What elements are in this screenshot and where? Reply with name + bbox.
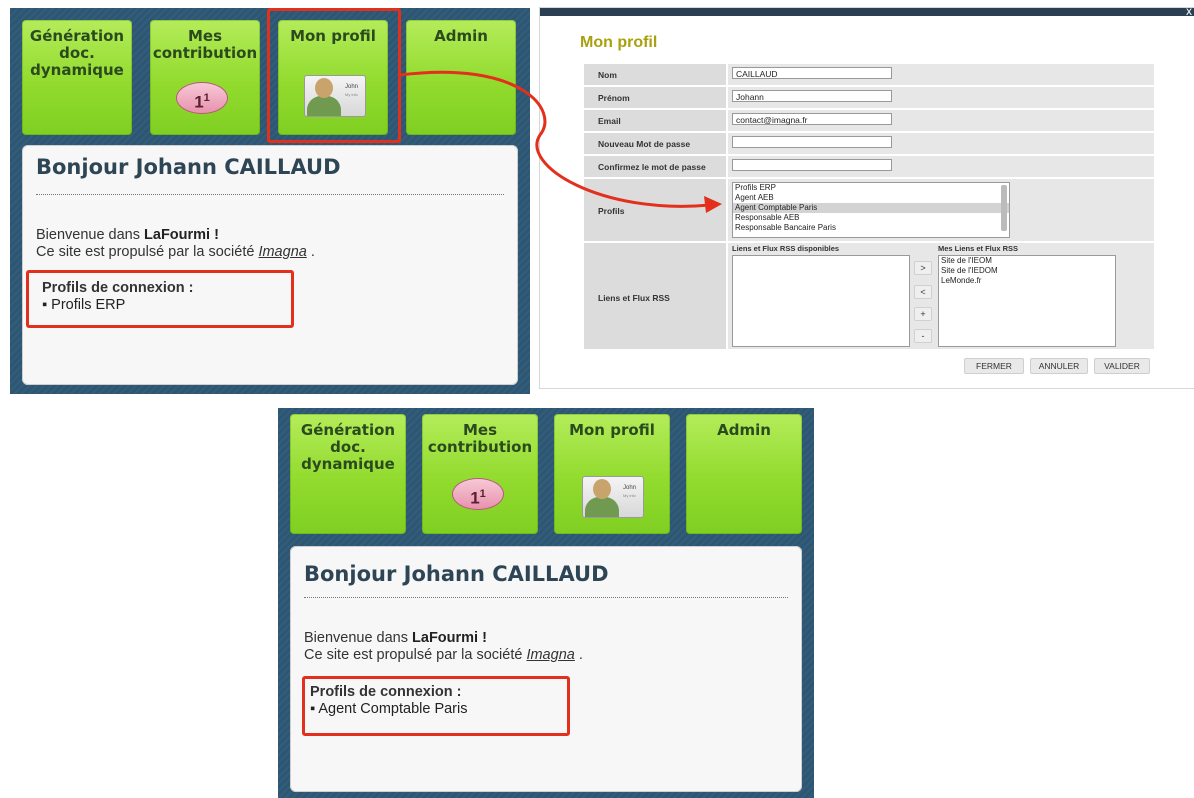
greeting-title: Bonjour Johann CAILLAUD (304, 562, 609, 586)
valider-button[interactable]: VALIDER (1094, 358, 1150, 374)
profil-option[interactable]: Profils ERP (733, 183, 1009, 193)
input-new-password[interactable] (732, 136, 892, 148)
dialog-titlebar (540, 8, 1194, 16)
tile-mon-profil-label: Mon profil (569, 422, 655, 439)
row-email: Email contact@imagna.fr (584, 110, 1154, 133)
label-profils: Profils (598, 206, 625, 216)
tile-admin[interactable]: Admin (406, 20, 516, 135)
dialog-title: Mon profil (580, 34, 658, 51)
tile-mes-contributions-label: Mes contribution (152, 28, 258, 62)
rss-mine-listbox[interactable]: Site de l'IEOM Site de l'IEDOM LeMonde.f… (938, 255, 1116, 347)
input-email[interactable]: contact@imagna.fr (732, 113, 892, 125)
tile-generation-doc[interactable]: Génération doc. dynamique (22, 20, 132, 135)
bubble-sup: 1 (479, 488, 486, 500)
rss-item[interactable]: Site de l'IEDOM (939, 266, 1115, 276)
greeting-title: Bonjour Johann CAILLAUD (36, 155, 341, 179)
input-prenom[interactable]: Johann (732, 90, 892, 102)
row-nom: Nom CAILLAUD (584, 64, 1154, 87)
company-link[interactable]: Imagna (258, 244, 306, 260)
id-card-info: My info (623, 493, 636, 498)
profile-dialog: x Mon profil Nom CAILLAUD Prénom Johann … (540, 4, 1194, 388)
tile-mon-profil[interactable]: Mon profil John My info (554, 414, 670, 534)
profils-scrollbar[interactable] (1001, 185, 1007, 231)
contributions-bubble-icon: 11 (452, 478, 504, 510)
welcome-line: Bienvenue dans LaFourmi ! (304, 630, 487, 646)
close-icon[interactable]: x (1186, 4, 1192, 18)
row-rss: Liens et Flux RSS Liens et Flux RSS disp… (584, 243, 1154, 351)
remove-button[interactable]: - (914, 329, 932, 343)
brand-name: LaFourmi ! (412, 630, 487, 646)
rss-item[interactable]: Site de l'IEOM (939, 256, 1115, 266)
profil-option-selected[interactable]: Agent Comptable Paris (733, 203, 1009, 213)
profil-option[interactable]: Responsable AEB (733, 213, 1009, 223)
label-rss: Liens et Flux RSS (598, 293, 670, 303)
tile-generation-doc-label: Génération doc. dynamique (300, 422, 396, 473)
profils-listbox[interactable]: Profils ERP Agent AEB Agent Comptable Pa… (732, 182, 1010, 238)
powered-suffix: . (306, 244, 315, 260)
id-card-name: John (623, 485, 637, 491)
welcome-line: Bienvenue dans LaFourmi ! (36, 227, 219, 243)
profil-option[interactable]: Agent AEB (733, 193, 1009, 203)
highlight-profiles-after (302, 676, 570, 736)
contributions-bubble-icon: 11 (176, 82, 228, 114)
move-left-button[interactable]: < (914, 285, 932, 299)
tile-mes-contributions[interactable]: Mes contribution 11 (422, 414, 538, 534)
tile-generation-doc[interactable]: Génération doc. dynamique (290, 414, 406, 534)
bubble-count: 1 (470, 488, 480, 508)
row-profils: Profils Profils ERP Agent AEB Agent Comp… (584, 179, 1154, 243)
tile-mes-contributions[interactable]: Mes contribution 11 (150, 20, 260, 135)
powered-prefix: Ce site est propulsé par la société (304, 647, 523, 663)
id-card-icon: John My info (582, 476, 644, 518)
row-confirm-password: Confirmez le mot de passe (584, 156, 1154, 179)
row-prenom: Prénom Johann (584, 87, 1154, 110)
row-new-password: Nouveau Mot de passe (584, 133, 1154, 156)
tile-mes-contributions-label: Mes contribution (427, 422, 533, 456)
powered-suffix: . (574, 647, 583, 663)
highlight-profiles-before (26, 270, 294, 328)
bubble-sup: 1 (203, 92, 210, 104)
divider (304, 597, 788, 598)
annuler-button[interactable]: ANNULER (1030, 358, 1088, 374)
input-confirm-password[interactable] (732, 159, 892, 171)
tile-admin[interactable]: Admin (686, 414, 802, 534)
add-button[interactable]: + (914, 307, 932, 321)
dashboard-after: Génération doc. dynamique Mes contributi… (278, 408, 814, 798)
welcome-panel: Bonjour Johann CAILLAUD Bienvenue dans L… (290, 546, 802, 792)
rss-available-header: Liens et Flux RSS disponibles (732, 244, 840, 253)
label-prenom: Prénom (598, 93, 630, 103)
rss-available-listbox[interactable] (732, 255, 910, 347)
welcome-panel: Bonjour Johann CAILLAUD Bienvenue dans L… (22, 145, 518, 385)
brand-name: LaFourmi ! (144, 227, 219, 243)
label-confirm-password: Confirmez le mot de passe (598, 162, 706, 172)
highlight-mon-profil (267, 8, 401, 143)
divider (36, 194, 504, 195)
rss-item[interactable]: LeMonde.fr (939, 276, 1115, 286)
fermer-button[interactable]: FERMER (964, 358, 1024, 374)
powered-line: Ce site est propulsé par la société Imag… (36, 244, 315, 260)
tile-admin-label: Admin (434, 28, 488, 45)
label-email: Email (598, 116, 621, 126)
company-link[interactable]: Imagna (526, 647, 574, 663)
powered-prefix: Ce site est propulsé par la société (36, 244, 255, 260)
label-new-password: Nouveau Mot de passe (598, 139, 691, 149)
tile-generation-doc-label: Génération doc. dynamique (29, 28, 125, 79)
profil-option[interactable]: Responsable Bancaire Paris (733, 223, 1009, 233)
input-nom[interactable]: CAILLAUD (732, 67, 892, 79)
powered-line: Ce site est propulsé par la société Imag… (304, 647, 583, 663)
bubble-count: 1 (194, 92, 204, 112)
move-right-button[interactable]: > (914, 261, 932, 275)
welcome-prefix: Bienvenue dans (304, 630, 408, 646)
label-nom: Nom (598, 70, 617, 80)
tile-admin-label: Admin (717, 422, 771, 439)
rss-mine-header: Mes Liens et Flux RSS (938, 244, 1019, 253)
welcome-prefix: Bienvenue dans (36, 227, 140, 243)
